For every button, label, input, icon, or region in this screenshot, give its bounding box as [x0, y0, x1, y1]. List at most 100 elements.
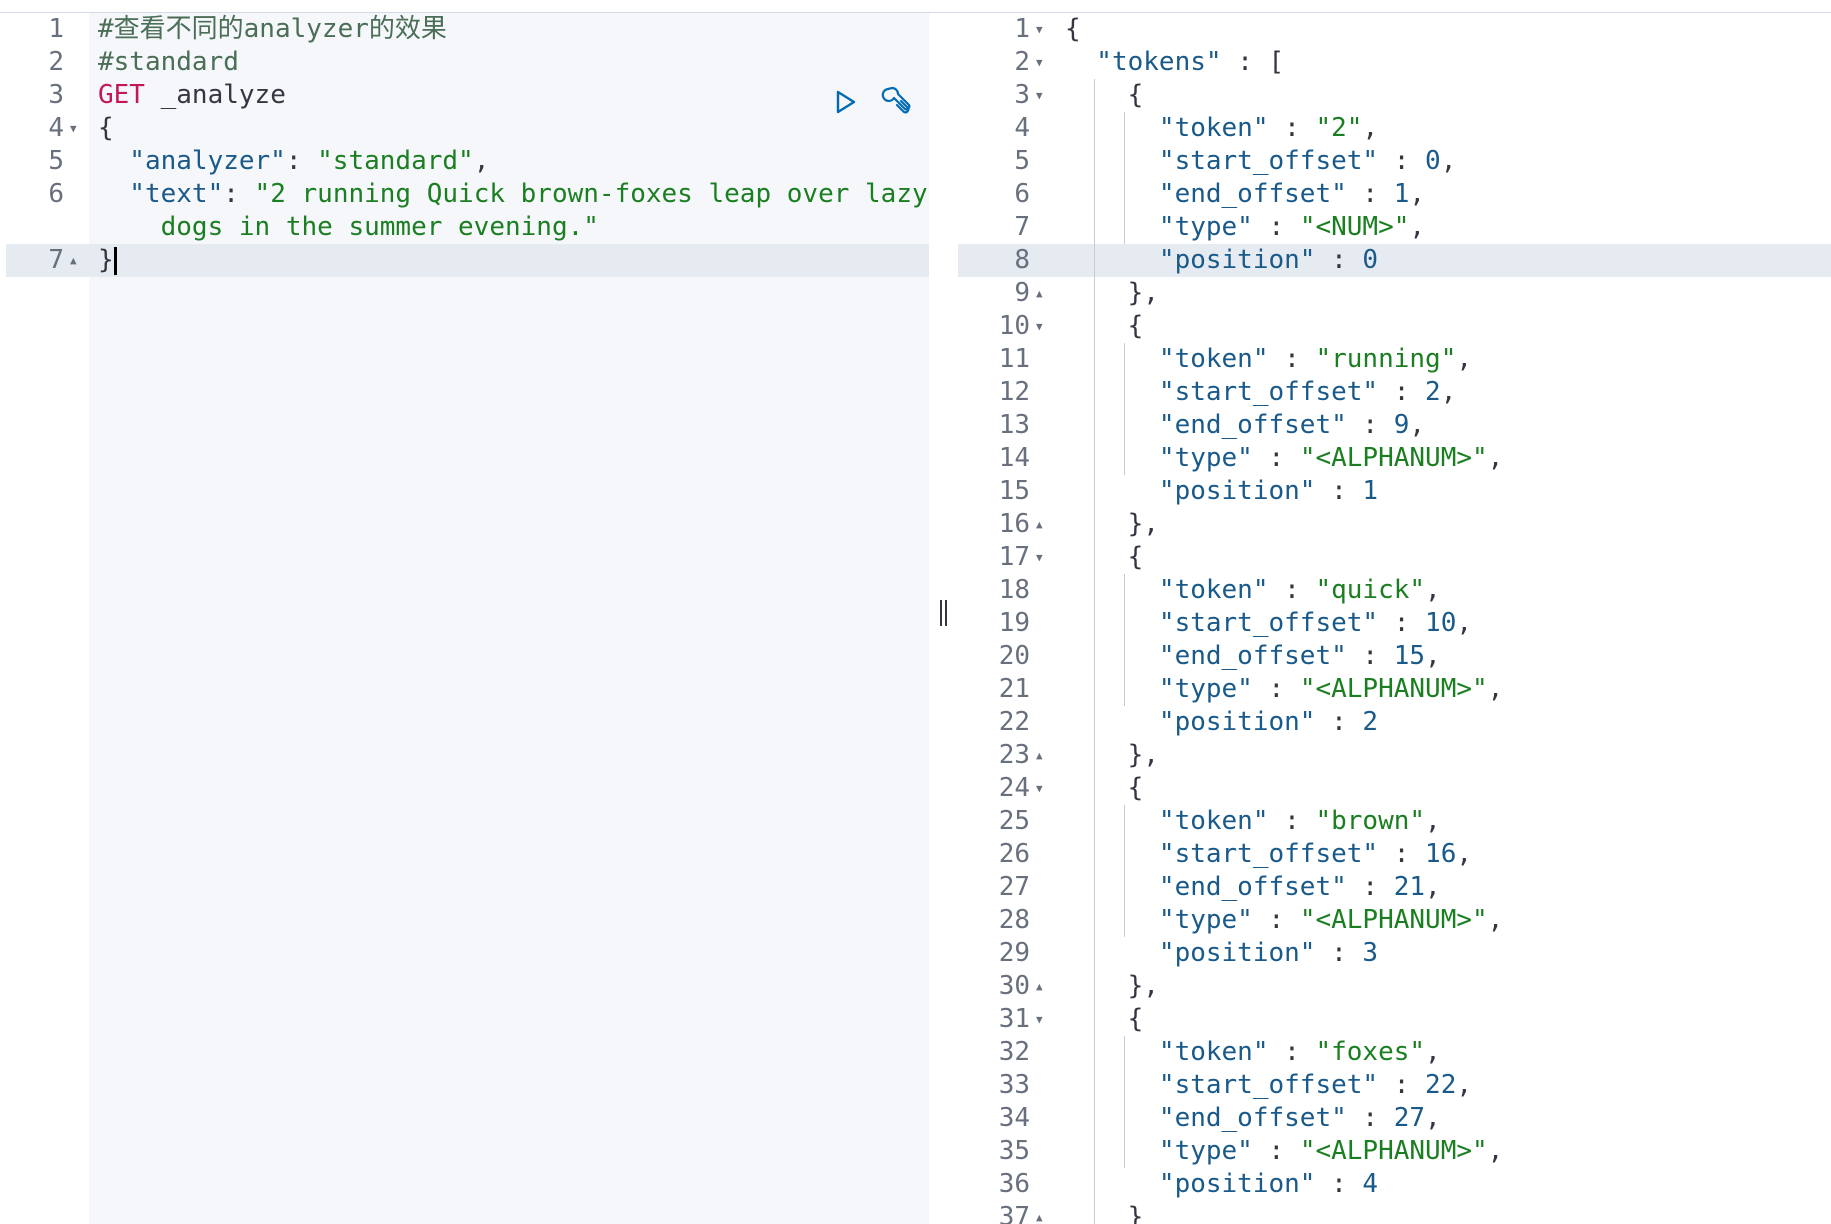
response-line: 23 ▲ },: [958, 739, 1831, 772]
code-token: :: [1346, 1103, 1394, 1133]
code-token: 15: [1393, 641, 1426, 671]
fold-open-icon[interactable]: ▼: [1036, 541, 1043, 574]
code-text: {: [98, 112, 114, 145]
response-line: 7 "type" : "<NUM>",: [958, 211, 1831, 244]
drag-handle-icon: [939, 600, 942, 626]
response-line: 8 "position" : 0: [958, 244, 1831, 277]
code-text: }: [98, 244, 117, 277]
code-token: "start_offset": [1065, 146, 1379, 176]
code-text: "end_offset" : 9,: [1065, 409, 1425, 442]
code-token: ,: [1409, 179, 1426, 209]
code-token: : [: [1221, 47, 1285, 77]
code-token: 10: [1425, 608, 1457, 638]
code-token: ,: [1440, 377, 1457, 407]
code-token: 27: [1393, 1103, 1426, 1133]
fold-open-icon[interactable]: ▼: [1036, 46, 1043, 79]
response-viewer[interactable]: 1 ▼{2 ▼ "tokens" : [3 ▼ {4 "token" : "2", 5 …: [958, 13, 1831, 1224]
code-text: #查看不同的analyzer的效果: [98, 13, 447, 46]
response-line: 6 "end_offset" : 1,: [958, 178, 1831, 211]
code-token: "quick": [1315, 575, 1426, 605]
fold-open-icon[interactable]: ▼: [1036, 1003, 1043, 1036]
code-token: ,: [1409, 410, 1426, 440]
fold-close-icon[interactable]: ▲: [70, 244, 77, 277]
response-line: 34 "end_offset" : 27,: [958, 1102, 1831, 1135]
fold-close-icon[interactable]: ▲: [1036, 508, 1043, 541]
fold-close-icon[interactable]: ▲: [1036, 277, 1043, 310]
code-token: :: [1315, 476, 1363, 506]
code-token: "position": [1065, 476, 1316, 506]
code-token: {: [1065, 80, 1144, 110]
code-text: },: [1065, 970, 1159, 1003]
request-editor[interactable]: 1 #查看不同的analyzer的效果 2 #standard 3 GET _analyz…: [6, 13, 929, 1224]
code-token: "foxes": [1315, 1037, 1426, 1067]
code-token: 16: [1425, 839, 1457, 869]
code-text: "position" : 4: [1065, 1168, 1378, 1201]
code-text: {: [1065, 1003, 1144, 1036]
code-token: :: [1252, 674, 1300, 704]
fold-open-icon[interactable]: ▼: [1036, 79, 1043, 112]
code-text: "position" : 2: [1065, 706, 1378, 739]
code-token: "brown": [1315, 806, 1426, 836]
code-token: },: [1065, 278, 1159, 308]
code-token: dogs in the summer evening.": [98, 212, 599, 242]
fold-open-icon[interactable]: ▼: [1036, 13, 1043, 46]
code-token: {: [1065, 542, 1144, 572]
fold-close-icon[interactable]: ▲: [1036, 1201, 1043, 1224]
request-actions: [826, 83, 916, 121]
code-token: {: [98, 113, 114, 143]
fold-open-icon[interactable]: ▼: [1036, 310, 1043, 343]
response-line: 31 ▼ {: [958, 1003, 1831, 1036]
code-token: ,: [1425, 806, 1441, 836]
code-token: "start_offset": [1065, 377, 1379, 407]
line-number: 11: [998, 344, 1030, 374]
code-token: "start_offset": [1065, 608, 1379, 638]
response-line: 10 ▼ {: [958, 310, 1831, 343]
fold-open-icon[interactable]: ▼: [1036, 772, 1043, 805]
wrench-icon: [881, 86, 911, 114]
response-line: 29 "position" : 3: [958, 937, 1831, 970]
code-token: "<NUM>": [1299, 212, 1410, 242]
response-line: 35 "type" : "<ALPHANUM>",: [958, 1135, 1831, 1168]
code-token: :: [1315, 245, 1363, 275]
response-line: 17 ▼ {: [958, 541, 1831, 574]
fold-close-icon[interactable]: ▲: [1036, 739, 1043, 772]
fold-open-icon[interactable]: ▼: [70, 112, 77, 145]
code-text: {: [1065, 13, 1081, 46]
request-settings-button[interactable]: [878, 83, 916, 121]
response-line: 12 "start_offset" : 2,: [958, 376, 1831, 409]
line-number: 22: [998, 707, 1030, 737]
line-number: 9: [1014, 278, 1030, 308]
code-token: :: [1268, 575, 1316, 605]
code-token: ,: [1456, 344, 1473, 374]
code-token: 2: [1362, 707, 1379, 737]
response-line: 22 "position" : 2: [958, 706, 1831, 739]
code-text: "start_offset" : 0,: [1065, 145, 1456, 178]
response-line: 1 ▼ {: [958, 13, 1831, 46]
code-token: "2": [1315, 113, 1363, 143]
run-request-button[interactable]: [826, 83, 864, 121]
response-line: 25 "token" : "brown",: [958, 805, 1831, 838]
code-token: "end_offset": [1065, 1103, 1347, 1133]
line-number: 1: [48, 14, 64, 44]
line-number: 29: [998, 938, 1030, 968]
code-token: "analyzer": [98, 146, 286, 176]
code-token: "token": [1065, 806, 1269, 836]
request-lines[interactable]: 1 #查看不同的analyzer的效果 2 #standard 3 GET _analyz…: [6, 13, 929, 277]
code-token: "token": [1065, 113, 1269, 143]
code-token: ,: [1487, 1136, 1504, 1166]
code-token: "type": [1065, 1136, 1253, 1166]
request-line: 2 #standard: [6, 46, 929, 79]
pane-splitter[interactable]: [936, 600, 950, 630]
code-token: "2 running Quick brown-foxes leap over l…: [254, 179, 928, 209]
code-token: 2: [1425, 377, 1441, 407]
code-token: :: [1268, 1037, 1316, 1067]
code-token: ,: [1487, 674, 1504, 704]
code-text: "analyzer": "standard",: [98, 145, 489, 178]
code-token: "<ALPHANUM>": [1299, 443, 1488, 473]
fold-close-icon[interactable]: ▲: [1036, 970, 1043, 1003]
code-text: }: [1065, 1201, 1144, 1224]
line-number: 19: [998, 608, 1030, 638]
code-token: :: [223, 179, 255, 209]
line-number: 17: [998, 542, 1030, 572]
response-line: 5 "start_offset" : 0,: [958, 145, 1831, 178]
